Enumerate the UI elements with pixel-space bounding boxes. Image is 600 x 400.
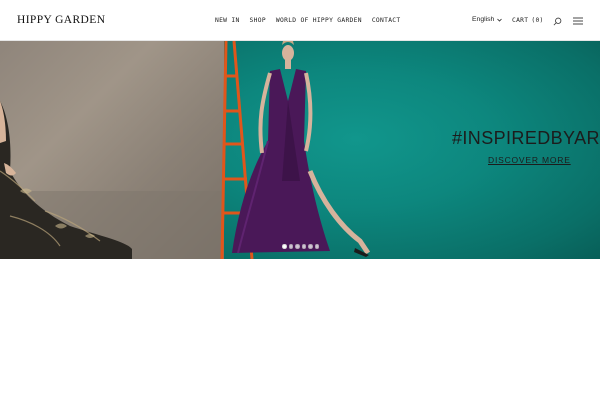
model-purple-gown	[232, 41, 371, 257]
cart-count: (0)	[531, 17, 544, 24]
slider-dot-2[interactable]	[288, 244, 293, 249]
main-nav: NEW IN SHOP WORLD OF HIPPY GARDEN CONTAC…	[215, 17, 400, 24]
site-logo[interactable]: HIPPY GARDEN	[17, 14, 105, 26]
hero-artwork	[0, 41, 371, 259]
hamburger-menu-icon	[573, 17, 583, 25]
language-selector[interactable]: English	[472, 16, 503, 23]
nav-shop[interactable]: SHOP	[250, 17, 266, 24]
nav-contact[interactable]: CONTACT	[372, 17, 401, 24]
search-icon	[553, 17, 561, 25]
nav-world-of-hippy-garden[interactable]: WORLD OF HIPPY GARDEN	[276, 17, 362, 24]
site-header: HIPPY GARDEN NEW IN SHOP WORLD OF HIPPY …	[0, 0, 600, 41]
cart-link[interactable]: CART (0)	[512, 17, 544, 24]
slider-dot-3[interactable]	[295, 244, 300, 249]
slider-dot-5[interactable]	[308, 244, 313, 249]
discover-more-link[interactable]: DISCOVER MORE	[488, 155, 571, 165]
slider-dot-6[interactable]	[314, 244, 319, 249]
language-label: English	[472, 16, 495, 23]
hero-heading: #INSPIREDBYART	[452, 128, 600, 148]
cart-label: CART	[512, 17, 529, 24]
nav-new-in[interactable]: NEW IN	[215, 17, 240, 24]
slider-dot-1[interactable]	[282, 244, 287, 249]
slider-pagination	[282, 244, 319, 249]
slider-dot-4[interactable]	[301, 244, 306, 249]
search-button[interactable]	[551, 15, 563, 27]
hero-slider[interactable]: #INSPIREDBYART DISCOVER MORE	[0, 41, 600, 259]
left-model-illustration	[0, 101, 224, 259]
menu-button[interactable]	[572, 15, 584, 27]
chevron-down-icon	[497, 18, 503, 22]
